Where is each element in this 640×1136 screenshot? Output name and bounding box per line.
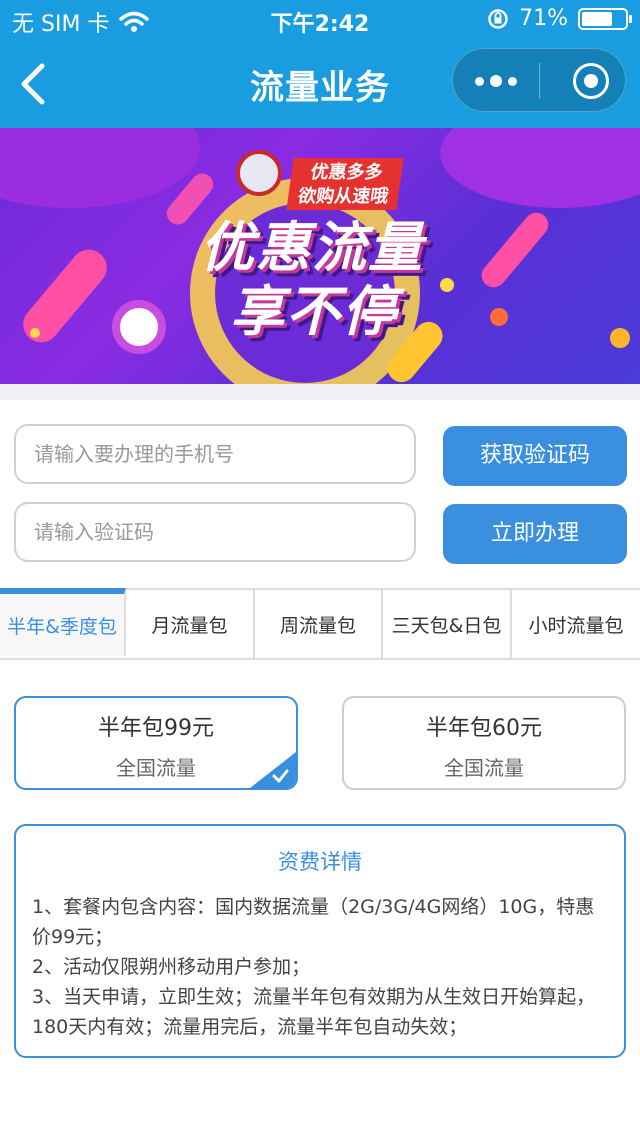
tab-half-year-quarter[interactable]: 半年&季度包 xyxy=(0,588,126,656)
checkmark-icon xyxy=(250,752,296,788)
ball-decoration xyxy=(112,300,166,354)
package-card-99[interactable]: 半年包99元 全国流量 xyxy=(14,696,298,790)
orientation-lock-icon xyxy=(488,8,508,29)
banner-tag: 优惠多多 欲购从速哦 xyxy=(286,158,404,210)
tab-hourly[interactable]: 小时流量包 xyxy=(512,590,640,658)
tab-monthly[interactable]: 月流量包 xyxy=(126,590,255,658)
package-tabs: 半年&季度包 月流量包 周流量包 三天包&日包 小时流量包 xyxy=(0,588,640,660)
nav-bar: 流量业务 xyxy=(0,40,640,128)
status-bar: 无 SIM 卡 下午2:42 71% xyxy=(0,0,640,40)
mini-program-capsule xyxy=(452,48,626,112)
details-line: 3、当天申请，立即生效；流量半年包有效期为从生效日开始算起，180天内有效；流量… xyxy=(32,986,596,1038)
details-line: 1、套餐内包含内容：国内数据流量（2G/3G/4G网络）10G，特惠价99元； xyxy=(32,896,595,948)
package-card-60[interactable]: 半年包60元 全国流量 xyxy=(342,696,626,790)
tab-weekly[interactable]: 周流量包 xyxy=(255,590,383,658)
get-code-button[interactable]: 获取验证码 xyxy=(443,426,627,486)
banner-headline: 优惠流量 享不停 xyxy=(200,216,424,343)
details-title: 资费详情 xyxy=(278,850,362,874)
target-close-icon[interactable] xyxy=(573,63,609,99)
battery-icon xyxy=(578,7,632,30)
header: 无 SIM 卡 下午2:42 71% 流量业务 xyxy=(0,0,640,128)
fee-details-box: 资费详情 1、套餐内包含内容：国内数据流量（2G/3G/4G网络）10G，特惠价… xyxy=(14,824,626,1058)
package-name: 半年包60元 xyxy=(426,716,542,741)
divider xyxy=(0,384,640,400)
details-line: 2、活动仅限朔州移动用户参加； xyxy=(32,956,311,978)
submit-button[interactable]: 立即办理 xyxy=(443,504,627,564)
phone-input[interactable]: 请输入要办理的手机号 xyxy=(14,424,416,484)
code-input[interactable]: 请输入验证码 xyxy=(14,502,416,562)
tab-three-day-daily[interactable]: 三天包&日包 xyxy=(383,590,512,658)
more-dots-icon xyxy=(475,76,484,86)
more-button[interactable] xyxy=(453,49,539,113)
mascot-icon xyxy=(236,150,282,196)
package-name: 半年包99元 xyxy=(98,716,214,741)
promo-banner[interactable]: 优惠多多 欲购从速哦 优惠流量 享不停 xyxy=(0,128,640,384)
battery-percent: 71% xyxy=(519,6,568,31)
package-type: 全国流量 xyxy=(444,756,524,780)
